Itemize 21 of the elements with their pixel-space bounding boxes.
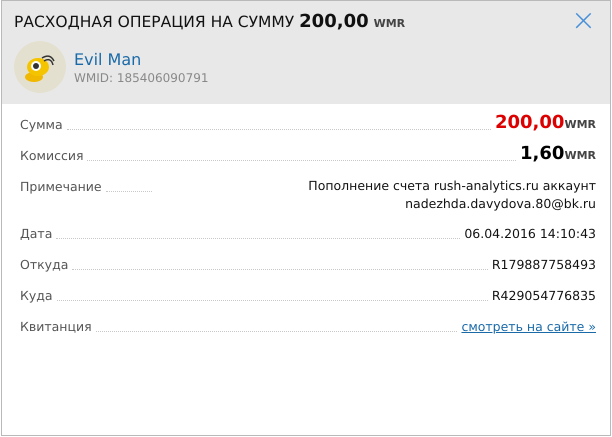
field-label: Откуда (20, 257, 68, 272)
wmid-text: WMID: 185406090791 (74, 70, 208, 84)
amount-value: 1,60 (520, 143, 564, 164)
field-label: Куда (20, 288, 53, 303)
field-value: 06.04.2016 14:10:43 (464, 226, 596, 241)
field-label: Дата (20, 226, 52, 241)
note-value: Пополнение счета rush-analytics.ru аккаунт nadezhda.davydova.80@bk.ru (307, 177, 596, 213)
window-title: РАСХОДНАЯ ОПЕРАЦИЯ НА СУММУ 200,00 WMR (14, 10, 406, 32)
currency-label: WMR (564, 149, 596, 162)
receipt-link[interactable]: смотреть на сайте » (461, 319, 596, 334)
field-value: R179887758493 (492, 257, 596, 272)
close-button[interactable]: × (568, 9, 598, 33)
field-label: Комиссия (20, 148, 84, 163)
avatar-icon (14, 41, 66, 93)
field-label: Сумма (20, 117, 63, 132)
field-label: Примечание (20, 179, 102, 194)
user-name-link[interactable]: Evil Man (74, 50, 208, 68)
currency-label: WMR (564, 118, 596, 131)
field-label: Квитанция (20, 319, 92, 334)
amount-value: 200,00 (494, 112, 564, 133)
field-value: R429054776835 (492, 288, 596, 303)
